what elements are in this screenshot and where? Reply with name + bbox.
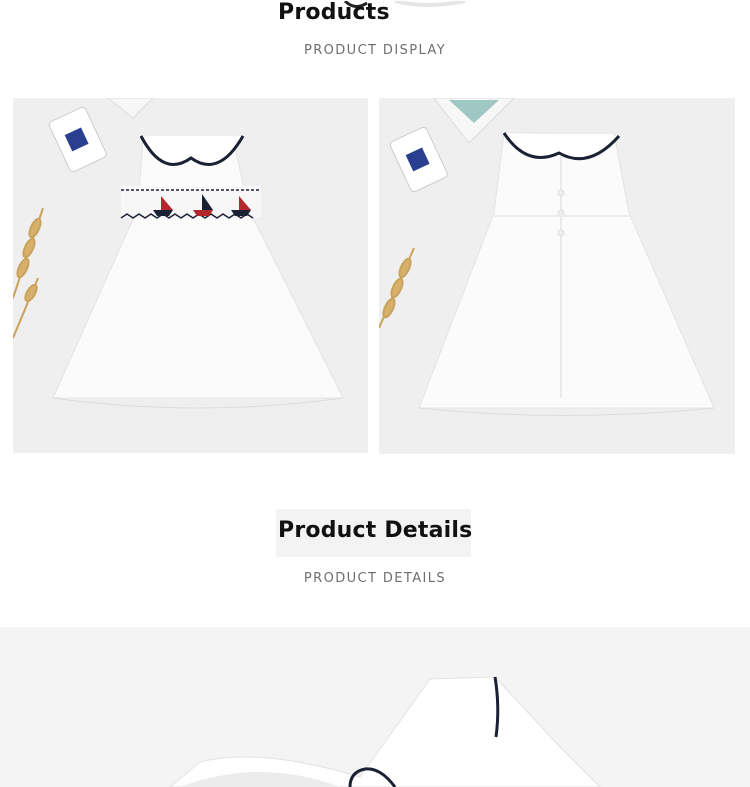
dress-front-photo (13, 98, 368, 453)
collar-closeup-photo (0, 627, 750, 787)
products-subtitle: PRODUCT DISPLAY (303, 43, 447, 58)
dress-back-photo (379, 98, 735, 454)
details-subtitle: PRODUCT DETAILS (303, 571, 447, 586)
details-title: Product Details (278, 518, 473, 543)
products-title: Products (278, 0, 390, 25)
